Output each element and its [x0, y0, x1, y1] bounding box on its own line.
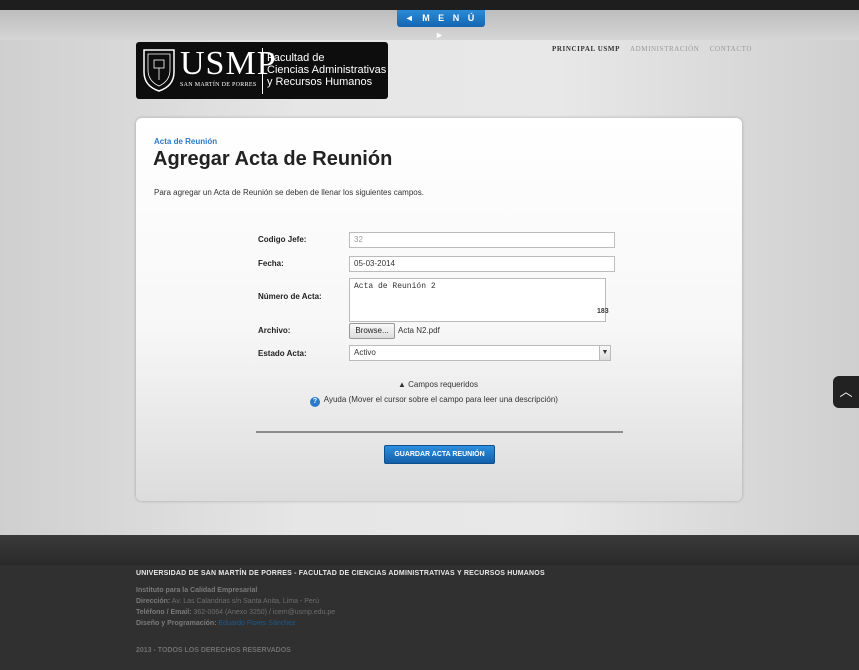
footer-phone-value: 362-0064 (Anexo 3250) / icem@usmp.edu.pe	[193, 609, 336, 616]
help-icon[interactable]: ?	[310, 397, 320, 407]
required-note-text: Campos requeridos	[408, 380, 478, 389]
footer: UNIVERSIDAD DE SAN MARTÍN DE PORRES - FA…	[0, 565, 859, 670]
footer-institute: Instituto para la Calidad Empresarial	[136, 587, 257, 594]
browse-button[interactable]: Browse...	[349, 323, 395, 339]
codigo-jefe-label: Codigo Jefe:	[258, 235, 307, 244]
scroll-to-top-button[interactable]: ︿	[833, 376, 859, 408]
nav-link-contacto[interactable]: CONTACTO	[710, 45, 752, 53]
logo-divider	[262, 48, 263, 94]
fecha-label: Fecha:	[258, 259, 284, 268]
footer-address-label: Dirección:	[136, 598, 171, 605]
codigo-jefe-field[interactable]: 32	[349, 232, 615, 248]
nav-link-principal[interactable]: PRINCIPAL USMP	[552, 45, 620, 53]
fecha-field[interactable]: 05-03-2014	[349, 256, 615, 272]
footer-title: UNIVERSIDAD DE SAN MARTÍN DE PORRES - FA…	[136, 570, 545, 577]
required-note: ▲ Campos requeridos	[398, 380, 478, 389]
numero-acta-label: Número de Acta:	[258, 292, 322, 301]
footer-phone-label: Teléfono / Email:	[136, 609, 192, 616]
save-acta-button[interactable]: GUARDAR ACTA REUNIÓN	[384, 445, 495, 464]
char-counter: 183	[597, 308, 609, 315]
footer-design-label: Diseño y Programación:	[136, 620, 217, 627]
footer-institute-text: Instituto para la Calidad Empresarial	[136, 587, 258, 594]
estado-acta-value: Activo	[354, 348, 376, 357]
footer-design: Diseño y Programación: Eduardo Flores Sá…	[136, 620, 296, 627]
footer-copyright: 2013 - TODOS LOS DERECHOS RESERVADOS	[136, 647, 291, 654]
chevron-up-icon: ︿	[839, 384, 853, 399]
estado-acta-label: Estado Acta:	[258, 349, 307, 358]
numero-acta-textarea[interactable]: Acta de Reunión 2	[349, 278, 606, 322]
footer-design-link[interactable]: Eduardo Flores Sánchez	[218, 620, 295, 627]
form-card: Acta de Reunión Agregar Acta de Reunión …	[136, 118, 742, 501]
footer-address: Dirección: Av. Las Calandrias s/n Santa …	[136, 598, 319, 605]
logo-faculty: Facultad de Ciencias Administrativas y R…	[267, 52, 386, 88]
archivo-label: Archivo:	[258, 326, 291, 335]
help-note-text: Ayuda (Mover el cursor sobre el campo pa…	[323, 395, 558, 404]
logo-tagline: SAN MARTÍN DE PORRES	[180, 82, 257, 88]
top-bar	[0, 0, 859, 10]
help-note: ? Ayuda (Mover el cursor sobre el campo …	[310, 395, 558, 407]
logo-faculty-line3: y Recursos Humanos	[267, 76, 373, 88]
footer-phone: Teléfono / Email: 362-0064 (Anexo 3250) …	[136, 609, 335, 616]
shield-icon	[143, 49, 175, 92]
nav-link-administracion[interactable]: ADMINISTRACIÓN	[630, 45, 699, 53]
logo-faculty-line2: Ciencias Administrativas	[267, 64, 387, 76]
logo-faculty-line1: Facultad de	[267, 52, 325, 64]
selected-file-name: Acta N2.pdf	[398, 326, 440, 335]
breadcrumb[interactable]: Acta de Reunión	[154, 137, 217, 146]
chevron-down-icon[interactable]: ▼	[599, 346, 610, 360]
usmp-logo[interactable]: USMP SAN MARTÍN DE PORRES Facultad de Ci…	[136, 42, 388, 99]
footer-divider-strip	[0, 535, 859, 565]
warning-triangle-icon: ▲	[398, 380, 406, 389]
estado-acta-select[interactable]: Activo ▼	[349, 345, 611, 361]
footer-address-value: Av. Las Calandrias s/n Santa Anita, Lima…	[171, 598, 320, 605]
form-divider	[256, 431, 623, 433]
page-title: Agregar Acta de Reunión	[153, 148, 393, 170]
form-intro: Para agregar un Acta de Reunión se deben…	[154, 188, 424, 197]
menu-toggle-button[interactable]: ◄ M E N Ú ►	[397, 10, 485, 40]
top-navigation: PRINCIPAL USMP ADMINISTRACIÓN CONTACTO	[552, 45, 760, 53]
